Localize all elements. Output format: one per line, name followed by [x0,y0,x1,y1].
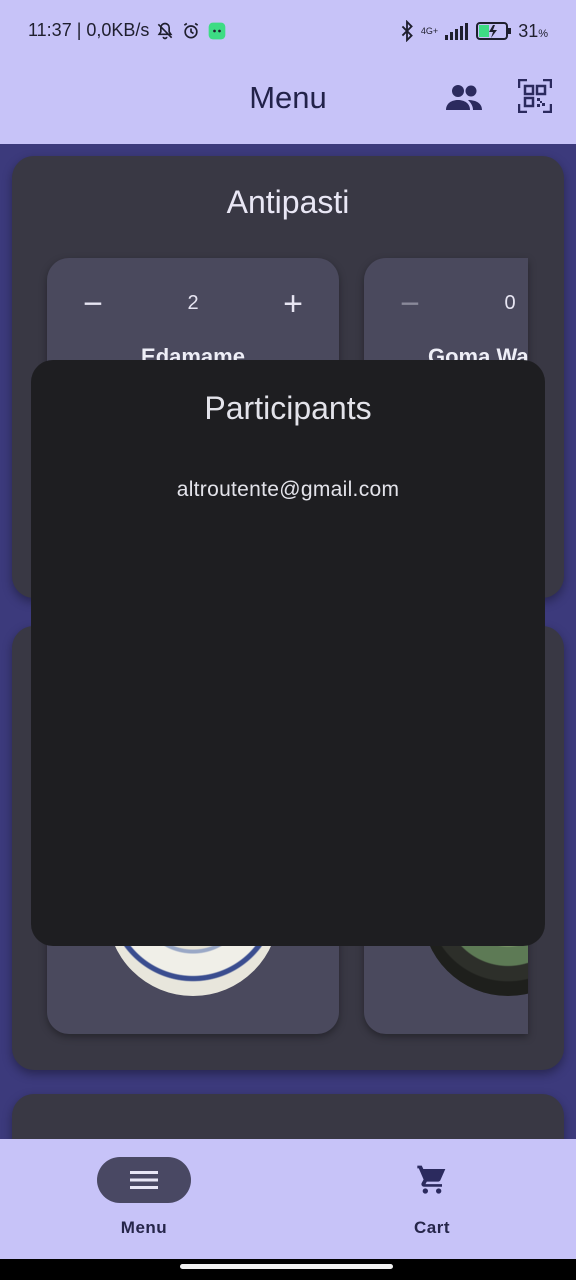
quantity-value: 0 [504,292,516,314]
gesture-area [0,1259,576,1280]
home-gesture-bar[interactable] [180,1264,393,1269]
bottom-navigation: Menu Cart [0,1139,576,1259]
participants-button[interactable] [444,78,484,118]
qr-code-scanner-icon [518,79,552,113]
nav-label: Cart [413,1218,450,1237]
battery-percent: 31% [518,20,548,41]
people-icon [446,85,482,110]
alarm-icon [184,22,199,38]
participant-email: altroutente@gmail.com [176,478,400,501]
section-title: Antipasti [226,184,350,220]
top-app-bar: Menu [0,64,576,144]
nav-active-indicator [97,1157,191,1203]
qr-scan-button[interactable] [515,76,555,116]
decrement-button[interactable]: − [390,284,430,324]
status-time-speed: 11:37 | 0,0KB/s [28,20,150,40]
page-title: Menu [249,80,327,115]
increment-button[interactable]: + [273,284,313,324]
quantity-stepper: − 2 + [47,284,339,324]
bell-off-icon [158,22,173,39]
nav-item-cart[interactable]: Cart [288,1139,576,1259]
nav-item-menu[interactable]: Menu [0,1139,288,1259]
android-app-icon [209,22,226,39]
participants-dialog[interactable]: Participants altroutente@gmail.com [31,360,545,946]
battery-charging-icon [476,22,512,40]
signal-icon [445,23,469,40]
hamburger-menu-icon [130,1171,158,1189]
quantity-stepper: − 0 [364,284,528,324]
nav-label: Menu [120,1218,168,1237]
menu-section [12,1094,564,1139]
dialog-title: Participants [204,390,372,426]
network-type: 4G+ [420,25,439,36]
status-bar: 11:37 | 0,0KB/s 4G+ 31% [0,0,576,64]
bluetooth-icon [401,20,413,42]
cart-icon [417,1165,446,1194]
